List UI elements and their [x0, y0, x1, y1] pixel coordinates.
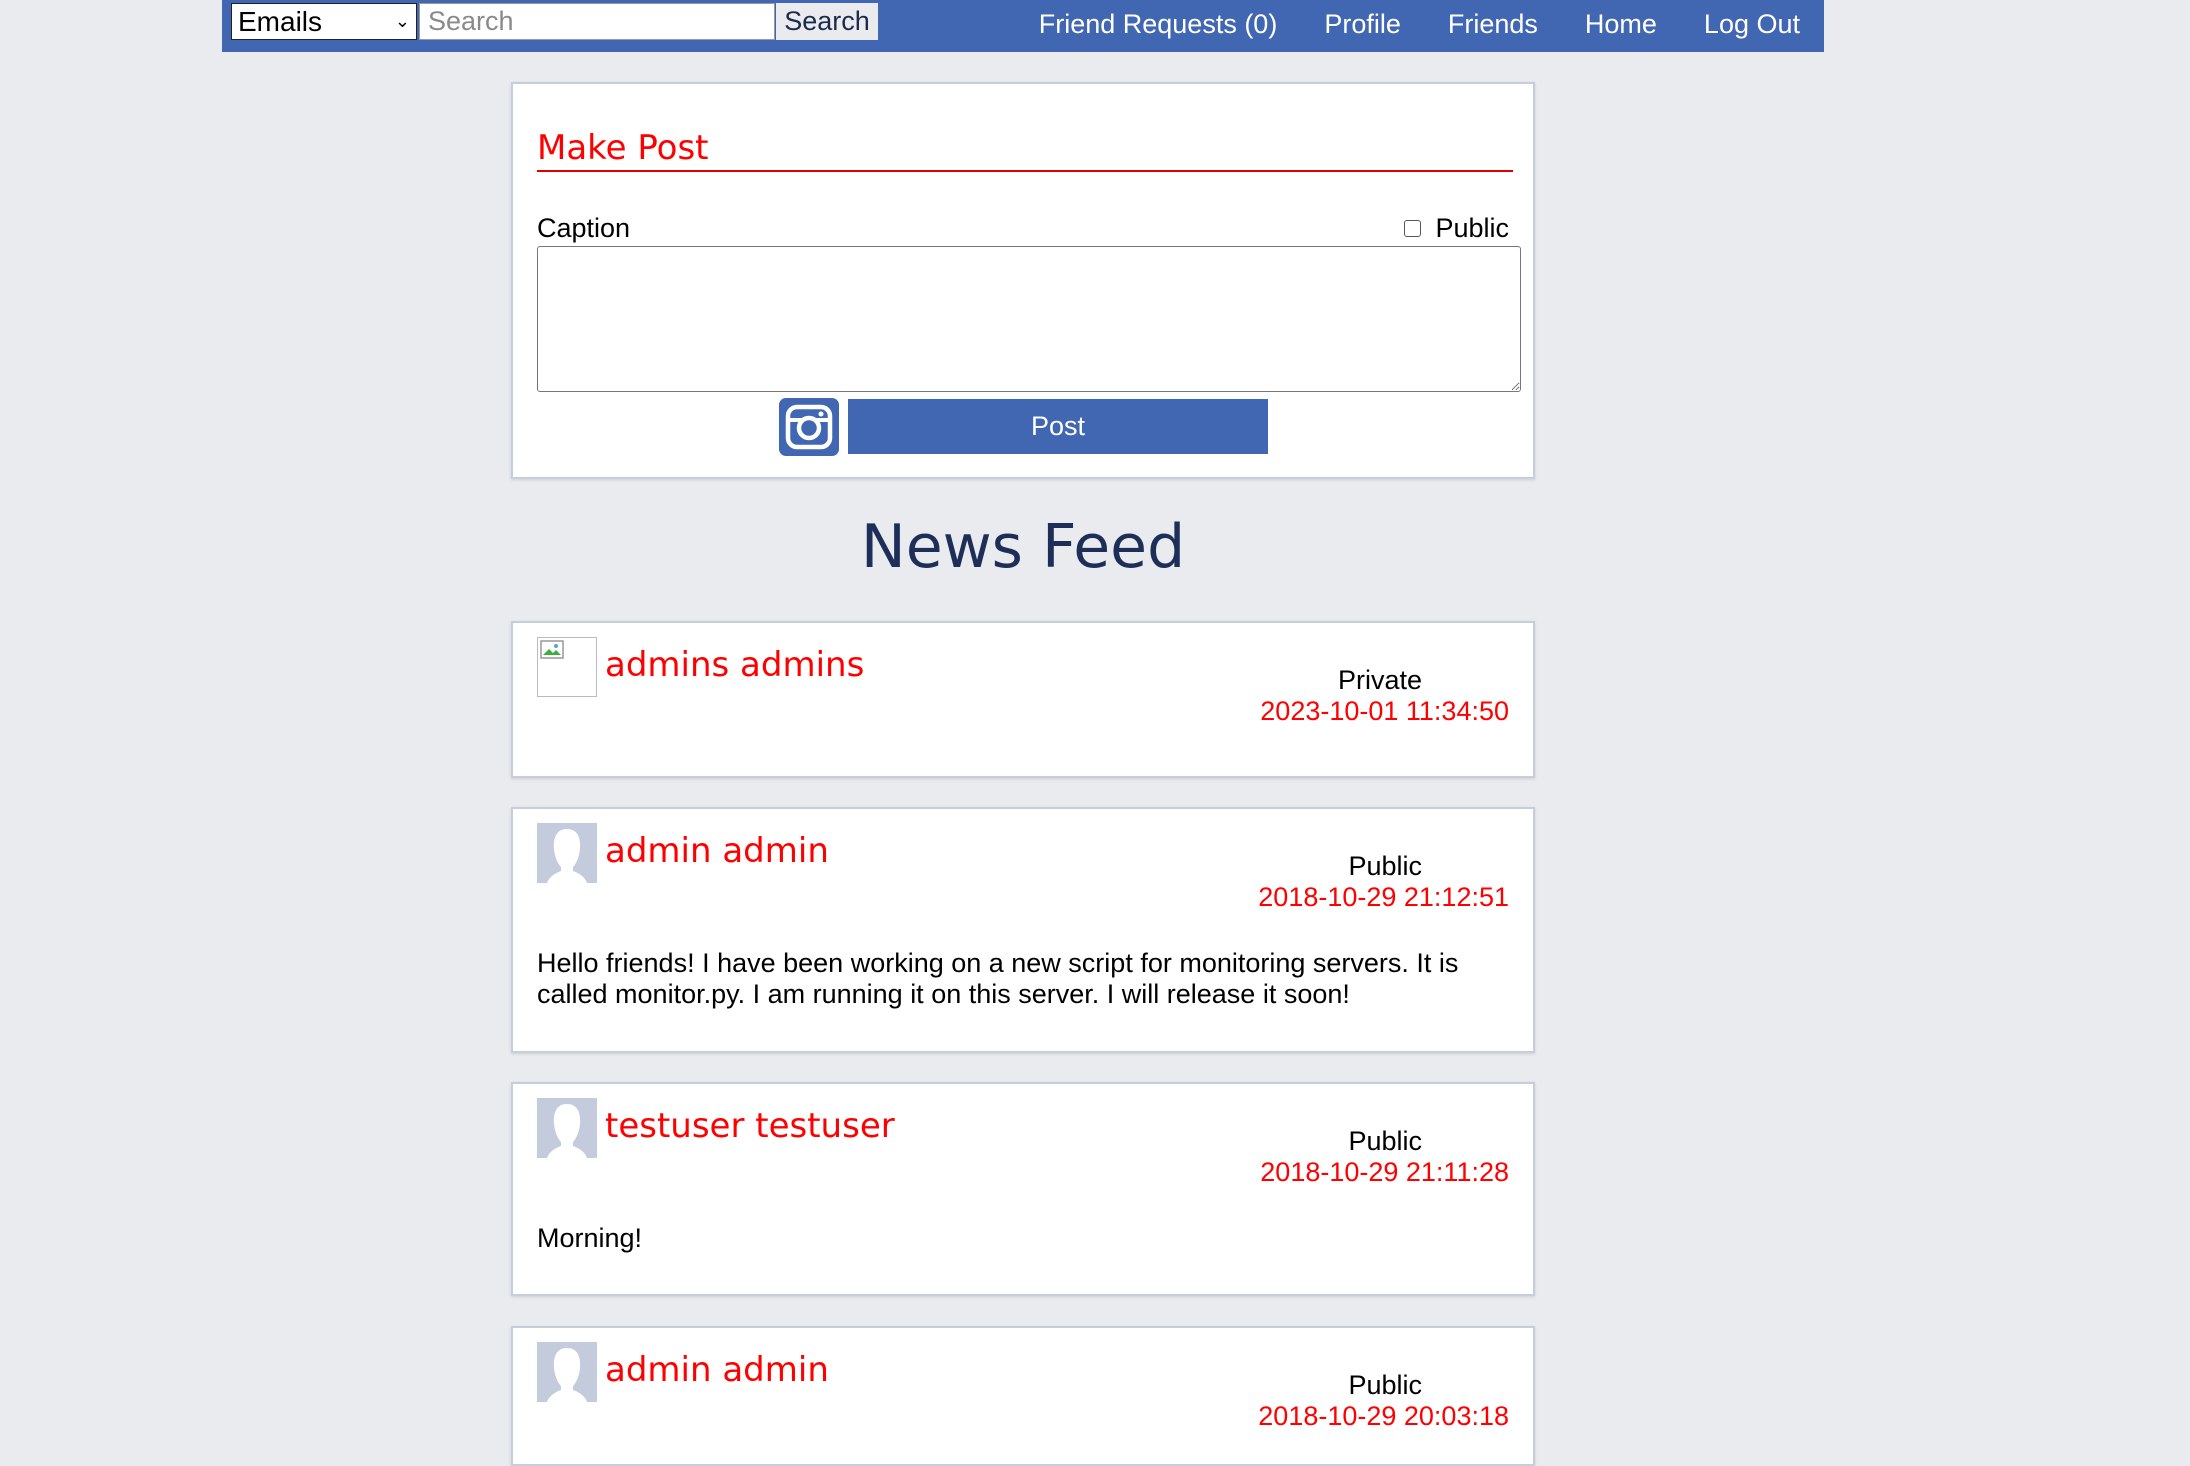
post-card: testuser testuser Public 2018-10-29 21:1…	[511, 1082, 1535, 1296]
caption-textarea[interactable]	[537, 246, 1521, 392]
post-visibility: Public	[1348, 1370, 1422, 1400]
nav-log-out[interactable]: Log Out	[1704, 9, 1800, 40]
chevron-down-icon: ⌄	[394, 11, 410, 31]
search-input[interactable]	[419, 3, 775, 40]
public-label: Public	[1435, 213, 1509, 243]
public-toggle[interactable]: Public	[1404, 213, 1509, 244]
post-body: Morning!	[537, 1223, 643, 1253]
post-card: admin admin Public 2018-10-29 20:03:18	[511, 1326, 1535, 1466]
post-card: admins admins Private 2023-10-01 11:34:5…	[511, 621, 1535, 778]
news-feed-title: News Feed	[860, 512, 1186, 582]
post-timestamp: 2018-10-29 21:12:51	[1258, 882, 1509, 912]
post-timestamp: 2023-10-01 11:34:50	[1260, 696, 1509, 726]
avatar-icon	[537, 823, 597, 883]
post-author[interactable]: testuser testuser	[605, 1106, 895, 1146]
nav-friends[interactable]: Friends	[1448, 9, 1538, 40]
main-nav: Friend Requests (0) Profile Friends Home…	[992, 0, 1800, 48]
nav-profile[interactable]: Profile	[1324, 9, 1401, 40]
post-author[interactable]: admin admin	[605, 831, 829, 871]
search-type-value: Emails	[238, 6, 323, 37]
nav-friend-requests[interactable]: Friend Requests (0)	[1039, 9, 1278, 40]
add-photo-button[interactable]	[779, 398, 839, 456]
caption-label: Caption	[537, 213, 631, 243]
post-card: admin admin Public 2018-10-29 21:12:51 H…	[511, 807, 1535, 1053]
post-author[interactable]: admin admin	[605, 1350, 829, 1390]
post-visibility: Public	[1348, 1126, 1422, 1156]
post-timestamp: 2018-10-29 21:11:28	[1260, 1157, 1509, 1187]
post-visibility: Public	[1348, 851, 1422, 881]
avatar-icon	[537, 1098, 597, 1158]
post-author[interactable]: admins admins	[605, 645, 864, 685]
make-post-title: Make Post	[537, 128, 1513, 172]
avatar-icon	[537, 1342, 597, 1402]
broken-image-icon	[537, 637, 597, 697]
post-body: Hello friends! I have been working on a …	[537, 948, 1459, 1009]
post-button[interactable]: Post	[848, 399, 1268, 454]
search-button[interactable]: Search	[776, 3, 878, 40]
search-type-select[interactable]: Emails ⌄	[231, 3, 417, 40]
nav-home[interactable]: Home	[1585, 9, 1657, 40]
post-visibility: Private	[1337, 665, 1422, 695]
make-post-card: Make Post Caption Public Post	[511, 82, 1535, 479]
top-navigation-bar: Emails ⌄ Search Friend Requests (0) Prof…	[222, 0, 1824, 52]
camera-icon	[785, 404, 833, 450]
public-checkbox[interactable]	[1404, 220, 1422, 237]
post-timestamp: 2018-10-29 20:03:18	[1258, 1401, 1509, 1431]
